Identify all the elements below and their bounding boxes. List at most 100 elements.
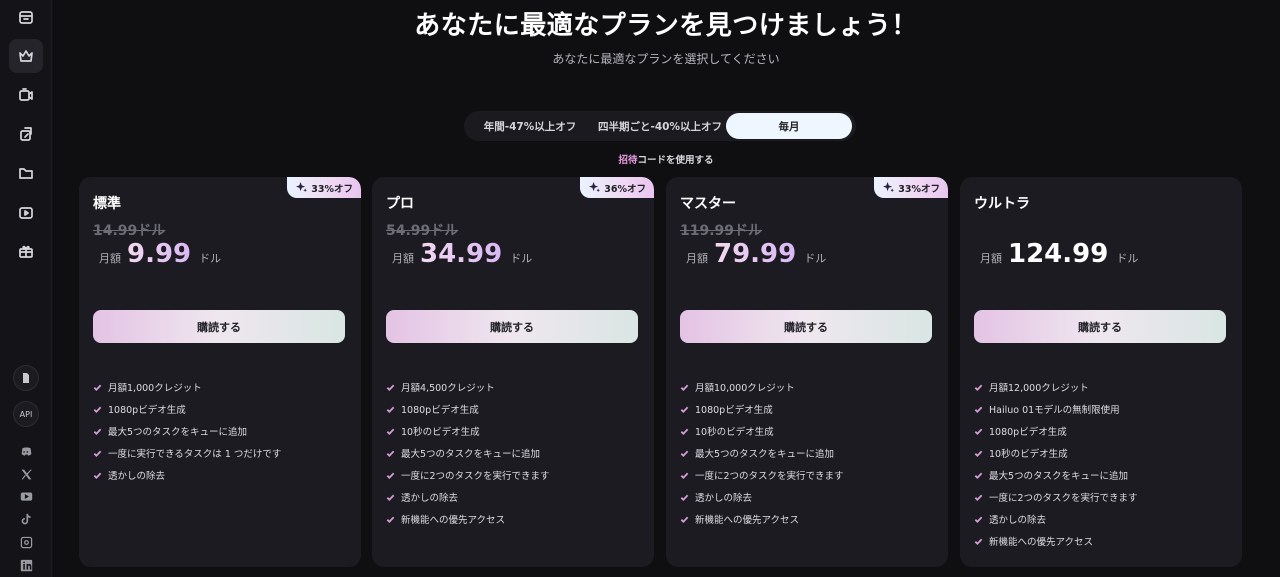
discount-badge: 33%オフ xyxy=(874,177,948,198)
feature-item: 新機能への優先アクセス xyxy=(680,508,844,530)
feature-item: 新機能への優先アクセス xyxy=(974,530,1138,552)
badge-label: 33%オフ xyxy=(311,183,353,195)
x-icon xyxy=(21,469,32,479)
feature-item: 1080pビデオ生成 xyxy=(974,420,1138,442)
check-icon xyxy=(974,450,983,457)
feature-text: 1080pビデオ生成 xyxy=(989,427,1067,438)
linkedin-link[interactable] xyxy=(18,557,34,573)
feature-item: 10秒のビデオ生成 xyxy=(974,442,1138,464)
toggle-annual[interactable]: 年間-47%以上オフ xyxy=(466,113,594,139)
sidebar-item-video[interactable] xyxy=(9,195,43,229)
feature-item: 透かしの除去 xyxy=(93,464,281,486)
price-amount: 124.99 xyxy=(1008,239,1109,269)
feature-text: 一度に2つのタスクを実行できます xyxy=(695,471,844,482)
feature-text: 一度に2つのタスクを実行できます xyxy=(989,493,1138,504)
check-icon xyxy=(93,472,102,479)
tiktok-link[interactable] xyxy=(18,511,34,527)
feature-text: 最大5つのタスクをキューに追加 xyxy=(401,449,541,460)
instagram-link[interactable] xyxy=(18,534,34,550)
subscribe-button[interactable]: 購読する xyxy=(386,310,638,343)
crown-icon xyxy=(19,50,33,62)
youtube-icon xyxy=(20,491,32,501)
feature-item: 月額4,500クレジット xyxy=(386,376,550,398)
plan-name: ウルトラ xyxy=(974,196,1030,212)
sidebar-item-video-create[interactable] xyxy=(9,78,43,112)
feature-item: 一度に2つのタスクを実行できます xyxy=(386,464,550,486)
original-price: 119.99ドル xyxy=(680,223,763,239)
video-add-icon xyxy=(19,88,33,101)
toggle-quarterly[interactable]: 四半期ごと-40%以上オフ xyxy=(594,113,726,139)
x-link[interactable] xyxy=(18,466,34,482)
youtube-link[interactable] xyxy=(18,488,34,504)
feature-text: 月額10,000クレジット xyxy=(695,383,795,394)
sidebar: API xyxy=(0,0,52,577)
price-prefix: 月額 xyxy=(686,252,708,265)
feature-text: 1080pビデオ生成 xyxy=(695,405,773,416)
feature-item: 最大5つのタスクをキューに追加 xyxy=(386,442,550,464)
plan-name: マスター xyxy=(680,196,736,212)
sidebar-item-calendar[interactable] xyxy=(9,0,43,34)
sidebar-item-plans[interactable] xyxy=(9,39,43,73)
page-subtitle: あなたに最適なプランを選択してください xyxy=(552,52,780,66)
instagram-icon xyxy=(20,536,32,548)
price-currency: ドル xyxy=(510,252,533,265)
feature-item: 1080pビデオ生成 xyxy=(386,398,550,420)
calendar-icon xyxy=(19,11,33,24)
check-icon xyxy=(386,450,395,457)
subscribe-button[interactable]: 購読する xyxy=(974,310,1226,343)
document-button[interactable] xyxy=(13,365,39,391)
feature-item: 一度に2つのタスクを実行できます xyxy=(680,464,844,486)
plan-name: 標準 xyxy=(93,196,121,212)
feature-text: 透かしの除去 xyxy=(695,493,753,504)
feature-item: 最大5つのタスクをキューに追加 xyxy=(680,442,844,464)
subscribe-button[interactable]: 購読する xyxy=(93,310,345,343)
feature-text: 新機能への優先アクセス xyxy=(401,515,506,526)
feature-text: 10秒のビデオ生成 xyxy=(401,427,480,438)
check-icon xyxy=(680,450,689,457)
price-currency: ドル xyxy=(199,252,222,265)
invite-rest: コードを使用する xyxy=(637,155,714,166)
check-icon xyxy=(386,406,395,413)
check-icon xyxy=(680,406,689,413)
price-amount: 34.99 xyxy=(420,239,503,269)
price: 月額 34.99 ドル xyxy=(392,239,532,269)
feature-text: 月額12,000クレジット xyxy=(989,383,1089,394)
invite-code-link[interactable]: 招待コードを使用する xyxy=(52,152,1280,166)
feature-item: 10秒のビデオ生成 xyxy=(386,420,550,442)
api-button[interactable]: API xyxy=(13,401,39,427)
check-icon xyxy=(974,538,983,545)
sidebar-item-files[interactable] xyxy=(9,156,43,190)
gift-icon xyxy=(19,245,33,258)
page-title: あなたに最適なプランを見つけましょう！ xyxy=(414,11,918,41)
sidebar-item-convert[interactable] xyxy=(9,117,43,151)
feature-text: 一度に2つのタスクを実行できます xyxy=(401,471,550,482)
sparkle-icon xyxy=(296,182,308,193)
check-icon xyxy=(386,472,395,479)
feature-text: 月額4,500クレジット xyxy=(401,383,495,394)
sidebar-item-gift[interactable] xyxy=(9,234,43,268)
feature-text: 新機能への優先アクセス xyxy=(695,515,800,526)
check-icon xyxy=(680,494,689,501)
discount-badge: 33%オフ xyxy=(287,177,361,198)
linkedin-icon xyxy=(20,559,32,571)
price-prefix: 月額 xyxy=(980,252,1002,265)
subscribe-button[interactable]: 購読する xyxy=(680,310,932,343)
check-icon xyxy=(386,494,395,501)
sparkle-icon xyxy=(883,182,895,193)
check-icon xyxy=(386,384,395,391)
plan-card: 36%オフ プロ 54.99ドル 月額 34.99 ドル 購読する 月額4,500クレ… xyxy=(372,177,654,567)
feature-item: 月額1,000クレジット xyxy=(93,376,281,398)
feature-item: 一度に実行できるタスクは 1 つだけです xyxy=(93,442,281,464)
discord-link[interactable] xyxy=(18,443,34,459)
feature-text: 1080pビデオ生成 xyxy=(401,405,479,416)
feature-text: 10秒のビデオ生成 xyxy=(695,427,774,438)
video-play-icon xyxy=(19,207,33,219)
price-currency: ドル xyxy=(1116,252,1139,265)
document-icon xyxy=(23,373,29,383)
price: 月額 9.99 ドル xyxy=(99,239,221,269)
feature-item: Hailuo 01モデルの無制限使用 xyxy=(974,398,1138,420)
check-icon xyxy=(93,384,102,391)
toggle-monthly[interactable]: 毎月 xyxy=(726,113,852,139)
plan-name: プロ xyxy=(386,196,414,212)
feature-text: 新機能への優先アクセス xyxy=(989,537,1094,548)
